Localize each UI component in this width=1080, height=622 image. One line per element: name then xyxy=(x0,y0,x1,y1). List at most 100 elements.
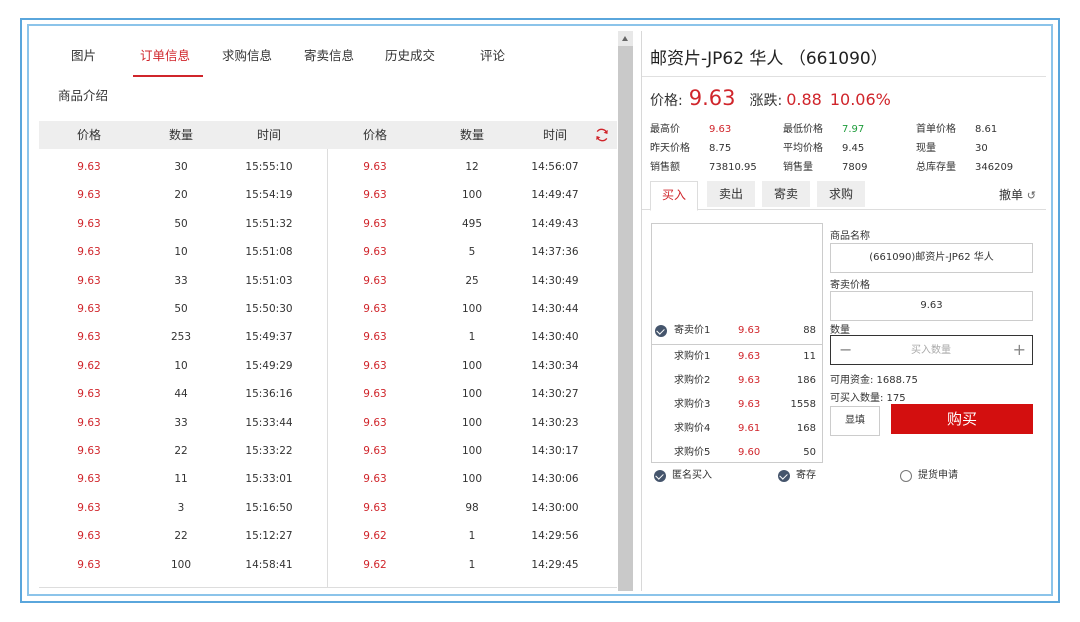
depth-label: 求购价3 xyxy=(674,399,711,410)
cell-price: 9.63 xyxy=(77,161,101,173)
depth-row-bid[interactable]: 求购价1 9.63 11 xyxy=(652,345,822,369)
right-panel: 邮资片-JP62 华人 （661090） 价格: 9.63 涨跌: 0.88 10.06… xyxy=(641,31,1046,591)
stat-label: 销售量 xyxy=(783,162,813,173)
depth-qty: 1558 xyxy=(790,399,816,410)
option-pickup-label: 提货申请 xyxy=(918,470,958,481)
cell-qty: 5 xyxy=(468,246,476,259)
depth-row-ask[interactable]: 寄卖价1 9.63 88 xyxy=(652,319,822,343)
cell-time: 15:36:16 xyxy=(245,388,293,401)
cell-price: 9.63 xyxy=(77,445,101,457)
tab-product-intro[interactable]: 商品介绍 xyxy=(58,83,108,109)
depth-price: 9.60 xyxy=(738,447,761,458)
tab-comments[interactable]: 评论 xyxy=(480,43,505,69)
table-row: 9.63 30 15:55:10 9.63 12 14:56:07 xyxy=(39,153,617,181)
cell-price: 9.63 xyxy=(77,558,101,571)
tab-buy[interactable]: 买入 xyxy=(650,181,698,211)
stat-item: 首单价格 8.61 xyxy=(916,123,997,137)
cell-time: 14:30:44 xyxy=(531,303,579,315)
cell-time: 15:33:44 xyxy=(245,416,293,429)
table-row: 9.63 50 15:50:30 9.63 100 14:30:44 xyxy=(39,295,617,323)
depth-qty: 168 xyxy=(796,423,816,434)
cell-time: 14:30:06 xyxy=(531,473,579,486)
cell-price: 9.63 xyxy=(77,473,101,486)
header-price-right: 价格 xyxy=(362,128,387,142)
price-summary: 价格: 9.63 涨跌: 0.88 10.06% xyxy=(650,86,891,112)
depth-row-bid[interactable]: 求购价2 9.63 186 xyxy=(652,369,822,393)
cell-price: 9.63 xyxy=(363,331,387,344)
cancel-order-button[interactable]: 撤单 ↺ xyxy=(999,186,1036,203)
cell-qty: 12 xyxy=(465,161,479,173)
depth-price: 9.63 xyxy=(738,325,761,336)
tab-images[interactable]: 图片 xyxy=(71,43,96,69)
stat-value: 346209 xyxy=(975,162,1014,173)
consign-price-field[interactable]: 9.63 xyxy=(830,291,1033,321)
table-bottom-border xyxy=(39,587,617,588)
unchecked-radio-icon xyxy=(900,470,912,482)
scroll-up-arrow-icon[interactable] xyxy=(618,31,633,46)
stat-value: 8.75 xyxy=(709,143,732,154)
tab-buy-requests[interactable]: 求购信息 xyxy=(222,43,272,69)
depth-price: 9.63 xyxy=(738,375,761,386)
refresh-icon[interactable] xyxy=(594,127,610,143)
header-time-left: 时间 xyxy=(256,128,281,142)
quantity-label: 数量 xyxy=(830,325,850,336)
cell-time: 14:56:07 xyxy=(531,161,579,173)
stat-label: 现量 xyxy=(916,143,936,154)
depth-row-bid[interactable]: 求购价5 9.60 50 xyxy=(652,441,822,465)
tab-sell[interactable]: 卖出 xyxy=(707,181,755,207)
tab-request[interactable]: 求购 xyxy=(817,181,865,207)
table-row: 9.63 10 15:51:08 9.63 5 14:37:36 xyxy=(39,238,617,266)
table-row: 9.63 22 15:33:22 9.63 100 14:30:17 xyxy=(39,437,617,465)
table-row: 9.63 50 15:51:32 9.63 495 14:49:43 xyxy=(39,210,617,238)
cell-price: 9.63 xyxy=(77,217,101,230)
vertical-scrollbar[interactable] xyxy=(618,31,633,591)
minus-icon[interactable]: − xyxy=(839,336,852,364)
cell-price: 9.63 xyxy=(363,416,387,429)
cell-price: 9.63 xyxy=(77,416,101,429)
depth-row-bid[interactable]: 求购价3 9.63 1558 xyxy=(652,393,822,417)
tab-order-info[interactable]: 订单信息 xyxy=(140,43,190,69)
cell-time: 14:49:47 xyxy=(531,189,579,202)
cell-qty: 100 xyxy=(461,473,483,486)
option-anonymous-label: 匿名买入 xyxy=(672,470,712,481)
stat-label: 总库存量 xyxy=(916,162,956,173)
cell-time: 15:55:10 xyxy=(245,161,293,173)
fill-button[interactable]: 显填 xyxy=(830,406,880,436)
cell-time: 14:58:41 xyxy=(245,558,293,571)
stat-item: 销售量 7809 xyxy=(783,161,867,175)
table-row: 9.63 22 15:12:27 9.62 1 14:29:56 xyxy=(39,522,617,550)
quantity-input[interactable] xyxy=(861,340,1001,360)
cell-price: 9.63 xyxy=(77,388,101,401)
tab-history[interactable]: 历史成交 xyxy=(385,43,435,69)
stat-value: 9.63 xyxy=(709,124,732,135)
cell-price: 9.63 xyxy=(77,246,101,259)
cell-time: 14:30:00 xyxy=(531,501,579,514)
stat-item: 昨天价格 8.75 xyxy=(650,142,731,156)
cell-price: 9.63 xyxy=(363,189,387,202)
plus-icon[interactable]: + xyxy=(1013,336,1026,364)
tab-consign[interactable]: 寄卖 xyxy=(762,181,810,207)
tab-consignment[interactable]: 寄卖信息 xyxy=(304,43,354,69)
cell-qty: 50 xyxy=(174,303,188,315)
checked-icon xyxy=(654,470,666,482)
stat-item: 最高价 9.63 xyxy=(650,123,731,137)
cell-price: 9.63 xyxy=(363,274,387,287)
cell-qty: 100 xyxy=(461,303,483,315)
trade-tabs: 买入 卖出 寄卖 求购 撤单 ↺ xyxy=(642,178,1046,211)
main-window: 图片 订单信息 求购信息 寄卖信息 历史成交 评论 商品介绍 价格 数量 时间 … xyxy=(27,24,1053,596)
cell-time: 14:30:23 xyxy=(531,416,579,429)
cell-qty: 100 xyxy=(461,189,483,202)
cell-time: 15:49:29 xyxy=(245,359,293,372)
cell-time: 15:50:30 xyxy=(245,303,293,315)
option-storage-label: 寄存 xyxy=(796,470,816,481)
info-tabs: 图片 订单信息 求购信息 寄卖信息 历史成交 评论 商品介绍 xyxy=(34,31,617,116)
cell-time: 15:51:08 xyxy=(245,246,293,259)
consign-price-label: 寄卖价格 xyxy=(830,280,870,291)
price-label: 价格: xyxy=(650,93,683,109)
depth-row-bid[interactable]: 求购价4 9.61 168 xyxy=(652,417,822,441)
cancel-label: 撤单 xyxy=(998,188,1023,202)
cell-qty: 30 xyxy=(174,161,188,173)
stat-item: 销售额 73810.95 xyxy=(650,161,757,175)
buy-button[interactable]: 购买 xyxy=(891,404,1033,434)
cell-time: 15:33:01 xyxy=(245,473,293,486)
